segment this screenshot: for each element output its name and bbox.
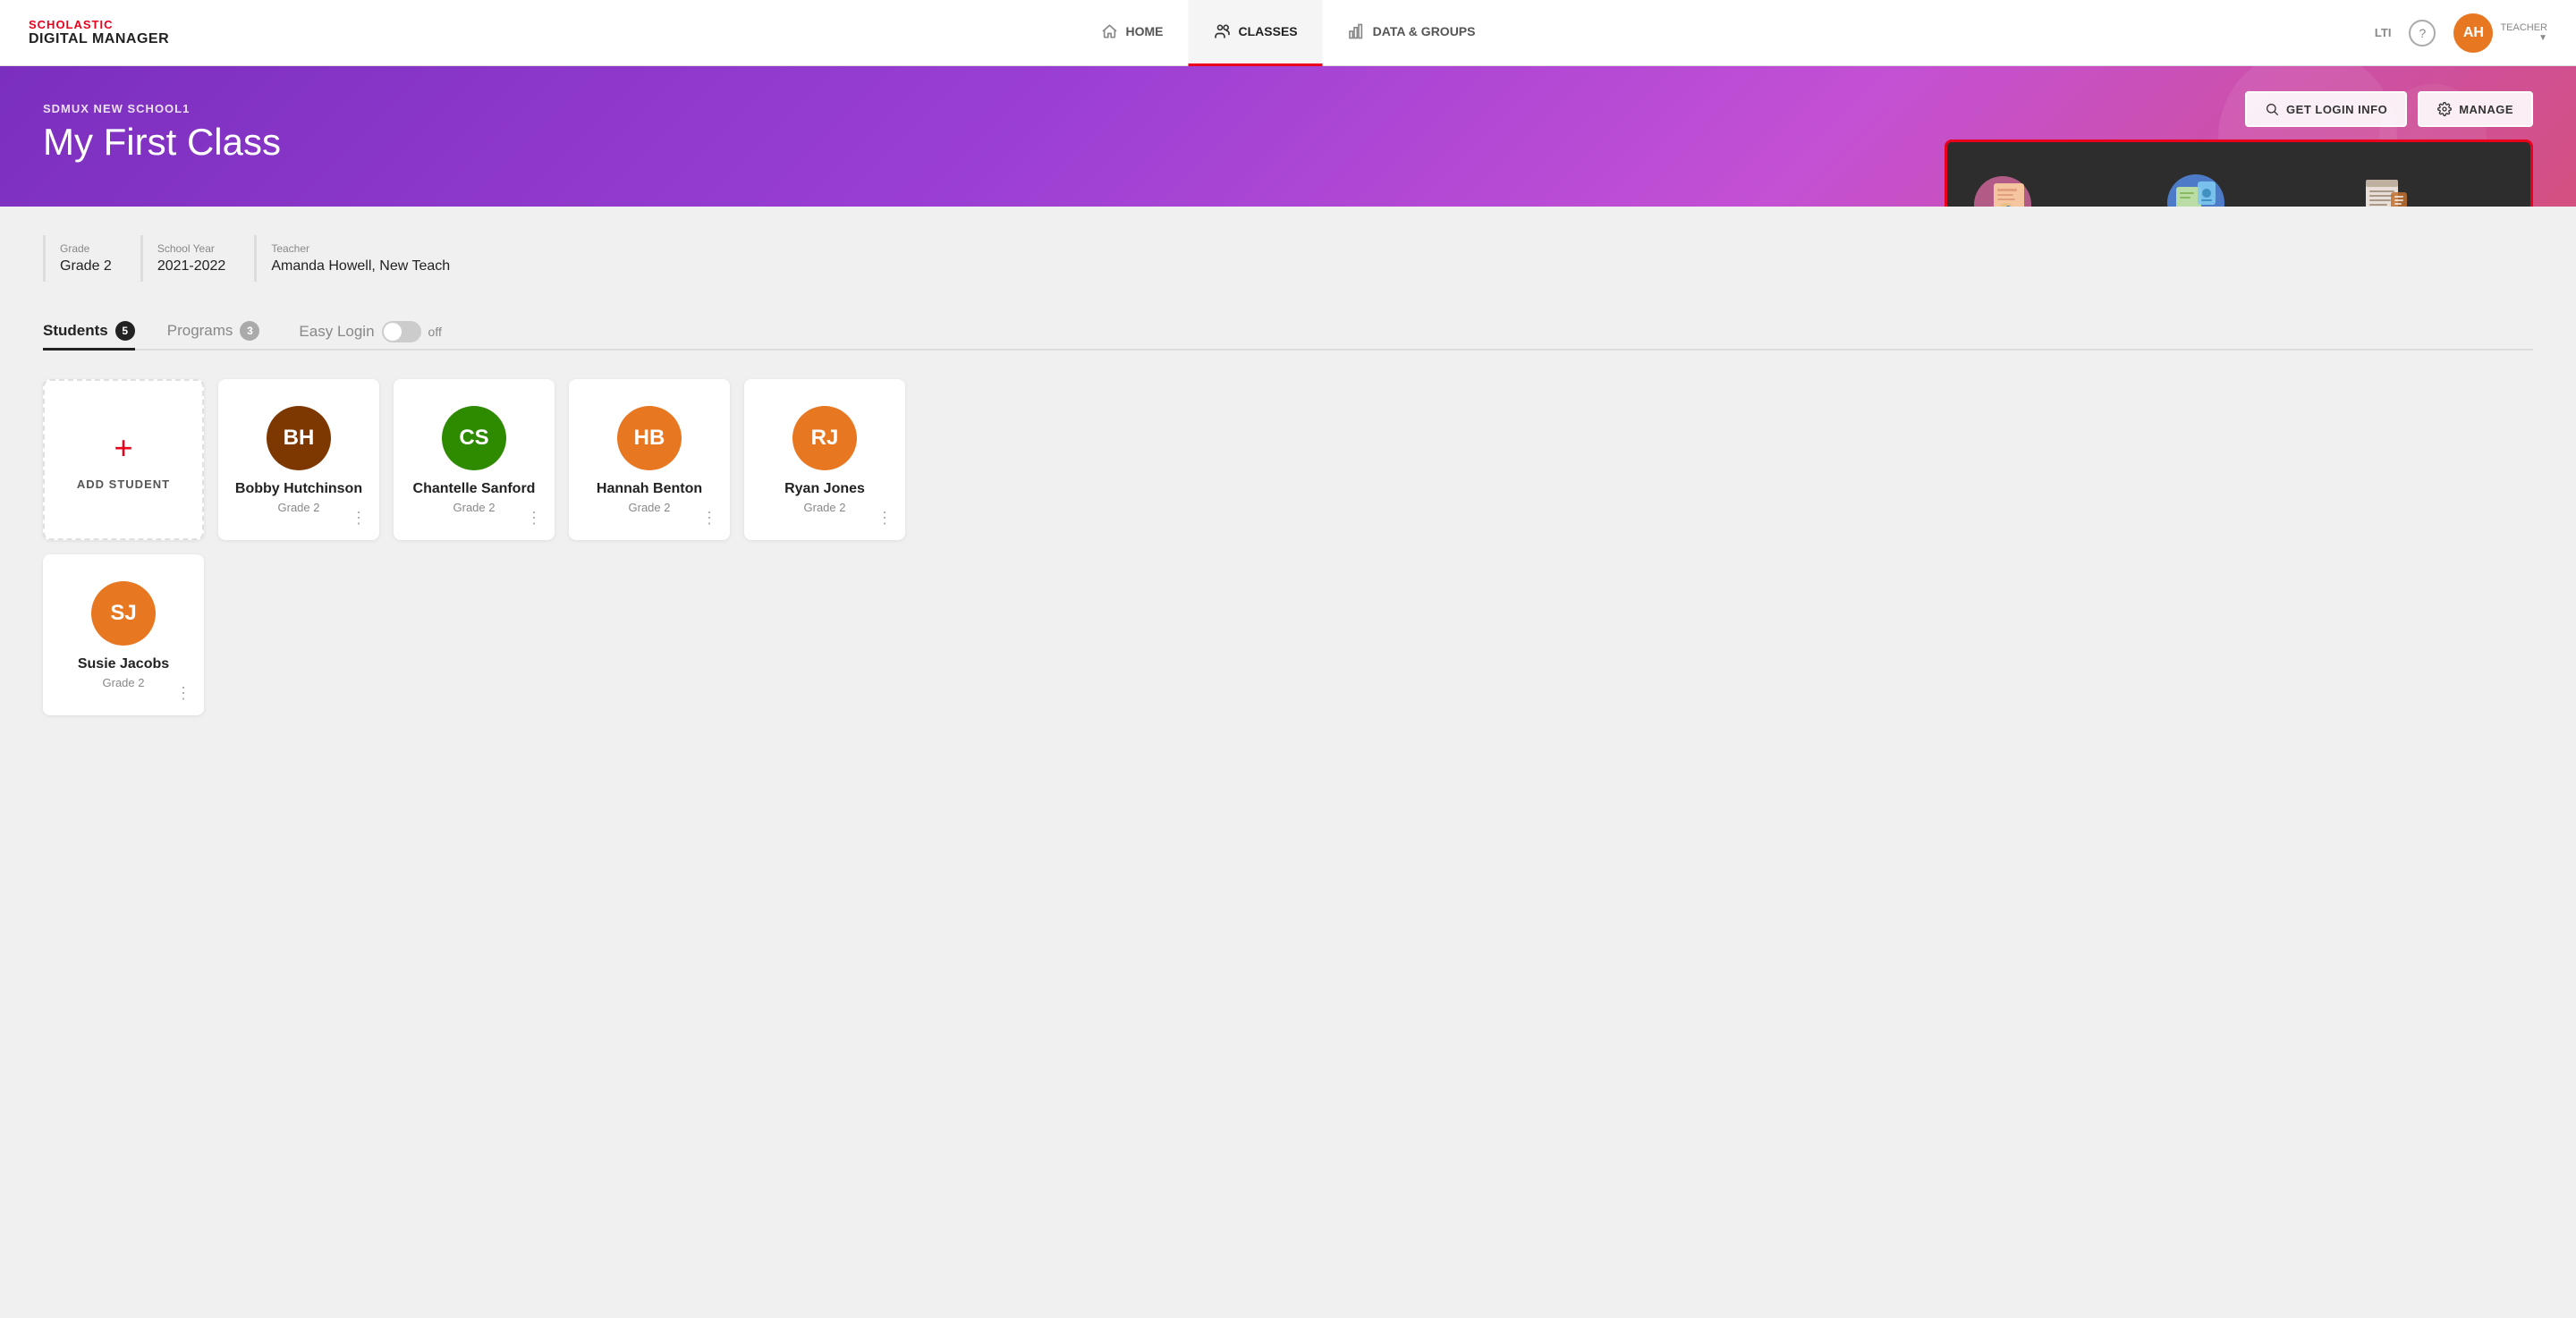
programs-badge: 3 [240,321,259,341]
login-dropdown: 👤 Handouts Print letters instructing fam… [1945,139,2533,207]
student-more-sj[interactable]: ⋮ [175,684,191,703]
student-grade-sj: Grade 2 [103,676,145,689]
teacher-avatar[interactable]: AH [2453,13,2493,53]
tabs: Students 5 Programs 3 Easy Login off [43,314,2533,351]
teacher-chevron: ▼ [2538,33,2547,43]
dropdown-class-list: Class List Download spreadsheet with stu… [2348,167,2509,207]
student-card-hb[interactable]: HB Hannah Benton Grade 2 ⋮ [569,379,730,540]
nav-right: LTI ? AH TEACHER ▼ [2375,13,2547,53]
student-name-hb: Hannah Benton [597,481,702,497]
nav-classes-label: CLASSES [1239,24,1298,38]
tab-programs[interactable]: Programs 3 [167,314,260,351]
badges-icon-wrapper: ★ [2158,167,2230,207]
nav-classes[interactable]: CLASSES [1189,0,1323,66]
student-grade-hb: Grade 2 [629,501,671,514]
nav-home[interactable]: HOME [1076,0,1189,66]
student-more-rj[interactable]: ⋮ [877,509,893,528]
main-content: Grade Grade 2 School Year 2021-2022 Teac… [0,207,2576,744]
tab-students-label: Students [43,322,108,340]
student-name-sj: Susie Jacobs [78,656,169,672]
toggle-switch[interactable] [382,321,421,342]
student-grade-bh: Grade 2 [278,501,320,514]
avatar-bh: BH [267,406,331,470]
brand-scholastic: SCHOLASTIC [29,18,169,31]
student-name-rj: Ryan Jones [784,481,865,497]
handouts-icon: 👤 [1969,167,2040,207]
teacher-initials: AH [2463,25,2484,41]
tab-programs-label: Programs [167,322,233,340]
nav-data-groups[interactable]: DATA & GROUPS [1323,0,1501,66]
search-icon [2265,102,2279,116]
nav-home-label: HOME [1126,24,1164,38]
manage-button[interactable]: MANAGE [2418,91,2533,127]
classes-icon [1214,22,1232,40]
help-icon: ? [2419,26,2427,40]
manage-label: MANAGE [2459,103,2513,116]
student-card-sj[interactable]: SJ Susie Jacobs Grade 2 ⋮ [43,554,204,715]
avatar-sj: SJ [91,581,156,646]
easy-login-toggle[interactable]: Easy Login off [299,321,441,342]
dropdown-handouts: 👤 Handouts Print letters instructing fam… [1969,167,2130,207]
toggle-knob [384,323,402,341]
get-login-info-label: GET LOGIN INFO [2286,103,2387,116]
add-icon: + [114,429,132,467]
student-grade-cs: Grade 2 [453,501,496,514]
student-more-hb[interactable]: ⋮ [701,509,717,528]
student-more-bh[interactable]: ⋮ [351,509,367,528]
avatar-rj: RJ [792,406,857,470]
meta-grade: Grade Grade 2 [43,235,140,282]
brand-dm: DIGITAL MANAGER [29,31,169,47]
student-name-cs: Chantelle Sanford [413,481,536,497]
gear-icon [2437,102,2452,116]
teacher-section: AH TEACHER ▼ [2453,13,2547,53]
student-card-rj[interactable]: RJ Ryan Jones Grade 2 ⋮ [744,379,905,540]
avatar-hb: HB [617,406,682,470]
student-card-bh[interactable]: BH Bobby Hutchinson Grade 2 ⋮ [218,379,379,540]
avatar-cs: CS [442,406,506,470]
data-icon [1348,22,1366,40]
nav-data-groups-label: DATA & GROUPS [1373,24,1476,38]
easy-login-label: Easy Login [299,323,374,341]
meta-row: Grade Grade 2 School Year 2021-2022 Teac… [43,235,2533,282]
student-card-cs[interactable]: CS Chantelle Sanford Grade 2 ⋮ [394,379,555,540]
navbar: SCHOLASTIC DIGITAL MANAGER HOME CLASSES [0,0,2576,66]
banner-actions: GET LOGIN INFO MANAGE [2245,91,2533,127]
get-login-info-button[interactable]: GET LOGIN INFO [2245,91,2407,127]
classlist-icon-wrapper [2348,167,2419,207]
meta-school-year: School Year 2021-2022 [140,235,255,282]
nav-links: HOME CLASSES DATA & GROUPS [1076,0,1501,66]
easy-login-state: off [428,325,442,339]
lti-label[interactable]: LTI [2375,26,2392,39]
tab-students[interactable]: Students 5 [43,314,135,351]
student-grid: + ADD STUDENT BH Bobby Hutchinson Grade … [43,379,2533,540]
student-grade-rj: Grade 2 [804,501,846,514]
meta-teacher: Teacher Amanda Howell, New Teach [254,235,479,282]
home-icon [1101,22,1119,40]
add-student-card[interactable]: + ADD STUDENT [43,379,204,540]
add-student-label: ADD STUDENT [77,477,170,491]
student-more-cs[interactable]: ⋮ [526,509,542,528]
students-badge: 5 [115,321,135,341]
help-button[interactable]: ? [2409,20,2436,46]
student-name-bh: Bobby Hutchinson [235,481,362,497]
teacher-label: TEACHER [2500,22,2547,33]
class-banner: SDMUX NEW SCHOOL1 My First Class GET LOG… [0,66,2576,207]
brand: SCHOLASTIC DIGITAL MANAGER [29,18,169,47]
dropdown-badges: ★ Badges Print badges with everything st… [2158,167,2319,207]
student-grid-row2: SJ Susie Jacobs Grade 2 ⋮ [43,554,2533,715]
banner-school: SDMUX NEW SCHOOL1 [43,102,2533,115]
teacher-label-group: TEACHER ▼ [2500,22,2547,43]
